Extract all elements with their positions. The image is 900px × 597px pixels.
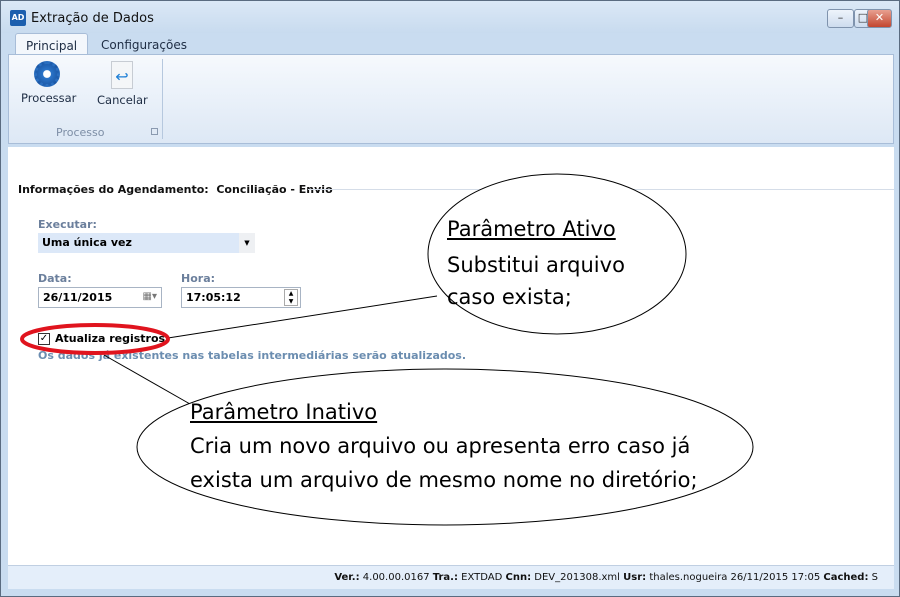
callout-inactive-line1: Cria um novo arquivo ou apresenta erro c… [190,434,691,458]
callout-active-line1: Substitui arquivo [447,253,625,277]
callout-active-title: Parâmetro Ativo [447,217,616,241]
highlight-ellipse [20,323,170,355]
callout-active-text: Parâmetro Ativo Substitui arquivo caso e… [447,215,625,311]
callout-inactive-title: Parâmetro Inativo [190,400,378,424]
callout-line-inactive [103,354,191,405]
callout-active-line2: caso exista; [447,285,572,309]
callout-inactive-text: Parâmetro Inativo Cria um novo arquivo o… [190,398,698,494]
callout-line-active [167,295,438,339]
callout-inactive-line2: exista um arquivo de mesmo nome no diret… [190,468,698,492]
